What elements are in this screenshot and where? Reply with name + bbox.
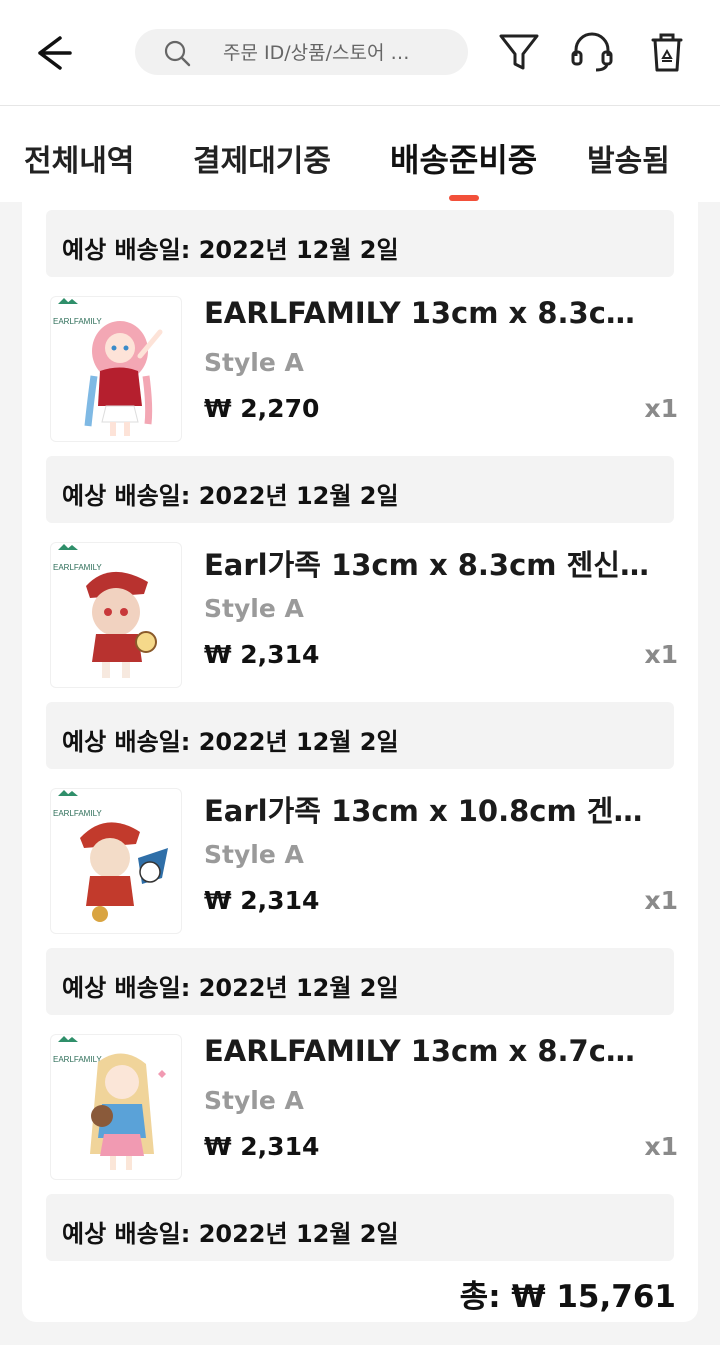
estimated-delivery-text: 예상 배송일: 2022년 12월 2일 (62, 482, 399, 510)
product-option: Style A (204, 348, 304, 377)
order-item[interactable]: EARLFAMILY EARLFAMILY 13cm x 8.7cm … Sty… (46, 1034, 678, 1184)
order-item[interactable]: EARLFAMILY EARLFAMILY 13cm x 8.3cm … Sty… (46, 296, 678, 446)
order-item[interactable]: EARLFAMILY Earl가족 13cm x 10.8cm 겐신 … Sty… (46, 788, 678, 938)
recycle-bin-icon[interactable] (643, 28, 691, 76)
product-price: ₩ 2,314 (204, 640, 320, 669)
product-thumbnail: EARLFAMILY (50, 788, 182, 934)
product-title: Earl가족 13cm x 8.3cm 젠신 임… (204, 548, 654, 582)
estimated-delivery-bar: 예상 배송일: 2022년 12월 2일 (46, 210, 674, 277)
filter-icon[interactable] (495, 28, 543, 76)
product-quantity: x1 (644, 1132, 678, 1161)
product-title: Earl가족 13cm x 10.8cm 겐신 … (204, 794, 654, 828)
estimated-delivery-bar: 예상 배송일: 2022년 12월 2일 (46, 1194, 674, 1261)
search-input[interactable] (221, 29, 450, 77)
order-status-tabs: 전체내역 결제대기중 배송준비중 발송됨 (0, 106, 720, 202)
svg-text:EARLFAMILY: EARLFAMILY (53, 809, 102, 818)
order-card: 예상 배송일: 2022년 12월 2일 EARLFAMILY EARLFAMI… (22, 202, 698, 1322)
headset-icon[interactable] (568, 28, 616, 76)
product-option: Style A (204, 840, 304, 869)
svg-text:EARLFAMILY: EARLFAMILY (53, 1055, 102, 1064)
product-option: Style A (204, 1086, 304, 1115)
estimated-delivery-bar: 예상 배송일: 2022년 12월 2일 (46, 948, 674, 1015)
product-title: EARLFAMILY 13cm x 8.3cm … (204, 296, 654, 330)
product-quantity: x1 (644, 886, 678, 915)
product-thumbnail: EARLFAMILY (50, 542, 182, 688)
estimated-delivery-bar: 예상 배송일: 2022년 12월 2일 (46, 702, 674, 769)
svg-text:EARLFAMILY: EARLFAMILY (53, 317, 102, 326)
back-arrow-icon[interactable] (30, 30, 76, 76)
search-icon (164, 40, 191, 67)
order-item[interactable]: EARLFAMILY Earl가족 13cm x 8.3cm 젠신 임… Sty… (46, 542, 678, 692)
search-bar[interactable] (135, 29, 468, 77)
order-total: 총: ₩ 15,761 (459, 1279, 676, 1315)
svg-text:EARLFAMILY: EARLFAMILY (53, 563, 102, 572)
estimated-delivery-bar: 예상 배송일: 2022년 12월 2일 (46, 456, 674, 523)
product-price: ₩ 2,314 (204, 1132, 320, 1161)
estimated-delivery-text: 예상 배송일: 2022년 12월 2일 (62, 974, 399, 1002)
anime-sticker-image: EARLFAMILY (53, 544, 157, 678)
top-bar (0, 0, 720, 106)
product-thumbnail: EARLFAMILY (50, 296, 182, 442)
active-tab-indicator (449, 195, 479, 201)
product-quantity: x1 (644, 394, 678, 423)
tab-preparing-shipment[interactable]: 배송준비중 (390, 135, 537, 181)
anime-sticker-image: EARLFAMILY (53, 1036, 166, 1170)
anime-sticker-image: EARLFAMILY (53, 298, 163, 436)
product-price: ₩ 2,314 (204, 886, 320, 915)
anime-sticker-image: EARLFAMILY (53, 790, 168, 922)
product-thumbnail: EARLFAMILY (50, 1034, 182, 1180)
tab-all[interactable]: 전체내역 (24, 136, 134, 180)
tab-shipped[interactable]: 발송됨 (587, 136, 670, 180)
product-option: Style A (204, 594, 304, 623)
estimated-delivery-text: 예상 배송일: 2022년 12월 2일 (62, 728, 399, 756)
tab-awaiting-payment[interactable]: 결제대기중 (193, 136, 331, 180)
product-title: EARLFAMILY 13cm x 8.7cm … (204, 1034, 654, 1068)
product-price: ₩ 2,270 (204, 394, 320, 423)
estimated-delivery-text: 예상 배송일: 2022년 12월 2일 (62, 1220, 399, 1248)
product-quantity: x1 (644, 640, 678, 669)
estimated-delivery-text: 예상 배송일: 2022년 12월 2일 (62, 236, 399, 264)
